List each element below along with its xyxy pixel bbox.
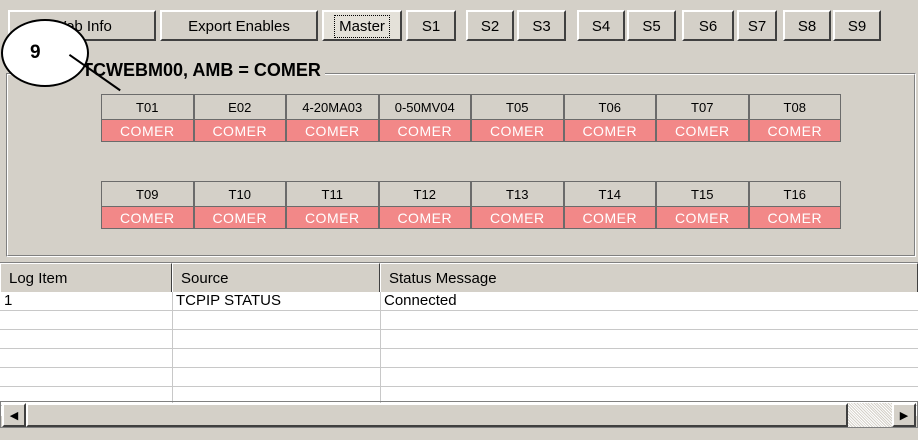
channel-status: COMER — [563, 207, 656, 229]
channel-name: 4-20MA03 — [286, 94, 379, 120]
log-item-cell — [0, 311, 172, 330]
channel-status: COMER — [748, 120, 841, 142]
source-cell — [172, 349, 380, 368]
tab-s3[interactable]: S3 — [517, 10, 566, 41]
channel-name: T05 — [471, 94, 564, 120]
status-message-cell — [380, 330, 918, 349]
tab-s9[interactable]: S9 — [833, 10, 881, 41]
tab-export-enables[interactable]: Export Enables — [160, 10, 318, 41]
tab-s1[interactable]: S1 — [406, 10, 456, 41]
scroll-left-button[interactable]: ◀ — [2, 403, 26, 427]
tab-master[interactable]: Master — [322, 10, 402, 41]
tab-s7[interactable]: S7 — [737, 10, 777, 41]
channel-name: E02 — [193, 94, 286, 120]
channel-name: T11 — [286, 181, 379, 207]
tab-s8[interactable]: S8 — [783, 10, 831, 41]
channel-status: COMER — [101, 120, 194, 142]
channel-name: T08 — [748, 94, 841, 120]
channel-status: COMER — [656, 207, 749, 229]
log-item-cell: 1 — [4, 292, 13, 309]
log-item-cell — [0, 349, 172, 368]
tab-master-label: Master — [334, 14, 390, 38]
channel-status: COMER — [286, 120, 379, 142]
log-body: 1 TCPIP STATUS Connected — [0, 292, 918, 416]
status-message-cell — [380, 311, 918, 330]
channel-status: COMER — [378, 207, 471, 229]
source-cell — [172, 330, 380, 349]
channel-name: T13 — [471, 181, 564, 207]
channel-name: 0-50MV04 — [378, 94, 471, 120]
tab-s6[interactable]: S6 — [682, 10, 734, 41]
channel-name: T09 — [101, 181, 194, 207]
status-message-cell — [380, 368, 918, 387]
log-item-cell — [0, 368, 172, 387]
tab-strip: Web Info Export Enables Master S1 S2 S3 … — [0, 0, 918, 52]
source-cell — [172, 368, 380, 387]
scroll-thumb[interactable] — [26, 403, 848, 427]
table-row[interactable] — [0, 311, 918, 330]
column-header-status-message[interactable]: Status Message — [380, 263, 918, 293]
channel-status: COMER — [471, 120, 564, 142]
scroll-right-button[interactable]: ▶ — [892, 403, 916, 427]
callout-number: 9 — [30, 42, 41, 63]
tab-s2[interactable]: S2 — [466, 10, 514, 41]
channel-status: COMER — [193, 120, 286, 142]
channel-status: COMER — [193, 207, 286, 229]
channel-status: COMER — [656, 120, 749, 142]
channel-status: COMER — [748, 207, 841, 229]
horizontal-scrollbar[interactable]: ◀ ▶ — [0, 401, 918, 428]
arrow-left-icon: ◀ — [9, 409, 19, 422]
column-header-source[interactable]: Source — [172, 263, 380, 293]
tab-s4[interactable]: S4 — [577, 10, 625, 41]
channel-status: COMER — [471, 207, 564, 229]
channel-name: T06 — [563, 94, 656, 120]
channel-name: T14 — [563, 181, 656, 207]
arrow-right-icon: ▶ — [899, 409, 909, 422]
callout-marker: 9 — [1, 19, 89, 87]
log-item-cell — [0, 330, 172, 349]
table-row[interactable] — [0, 349, 918, 368]
column-header-log-item[interactable]: Log Item — [0, 263, 172, 293]
channel-status: COMER — [563, 120, 656, 142]
status-message-cell: Connected — [384, 292, 457, 309]
source-cell — [172, 311, 380, 330]
table-row[interactable] — [0, 330, 918, 349]
bottom-strip — [0, 428, 918, 440]
panel-title: TCWEBM00, AMB = COMER — [78, 60, 325, 81]
channel-name: T01 — [101, 94, 194, 120]
channel-name: T15 — [656, 181, 749, 207]
table-row[interactable] — [0, 368, 918, 387]
channel-grid-row-1: T01 E02 4-20MA03 0-50MV04 T05 T06 T07 T08 COMER C… — [101, 94, 841, 142]
tab-s5[interactable]: S5 — [627, 10, 676, 41]
channel-status: COMER — [101, 207, 194, 229]
channel-name: T16 — [748, 181, 841, 207]
status-message-cell — [380, 349, 918, 368]
channel-name: T07 — [656, 94, 749, 120]
channel-grid-row-2: T09 T10 T11 T12 T13 T14 T15 T16 COMER COMER COMER C… — [101, 181, 841, 229]
channel-status: COMER — [286, 207, 379, 229]
channel-status: COMER — [378, 120, 471, 142]
source-cell: TCPIP STATUS — [176, 292, 282, 309]
channel-name: T12 — [378, 181, 471, 207]
log-header: Log Item Source Status Message — [0, 262, 918, 293]
channel-name: T10 — [193, 181, 286, 207]
table-row[interactable]: 1 TCPIP STATUS Connected — [0, 292, 918, 311]
